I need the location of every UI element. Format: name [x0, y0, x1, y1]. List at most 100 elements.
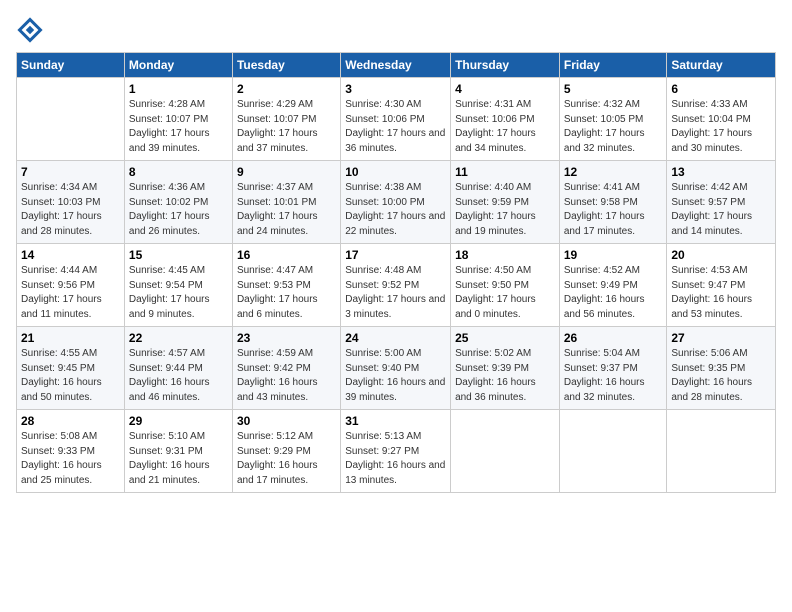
calendar-cell	[17, 78, 125, 161]
day-info: Sunrise: 4:28 AM Sunset: 10:07 PM Daylig…	[129, 98, 228, 156]
day-info: Sunrise: 4:44 AM Sunset: 9:56 PM Dayligh…	[21, 264, 120, 322]
day-number: 28	[21, 414, 120, 428]
day-info: Sunrise: 5:02 AM Sunset: 9:39 PM Dayligh…	[455, 347, 555, 405]
day-info: Sunrise: 4:53 AM Sunset: 9:47 PM Dayligh…	[671, 264, 771, 322]
column-header-thursday: Thursday	[451, 53, 560, 78]
day-info: Sunrise: 4:34 AM Sunset: 10:03 PM Daylig…	[21, 181, 120, 239]
day-info: Sunrise: 5:06 AM Sunset: 9:35 PM Dayligh…	[671, 347, 771, 405]
day-number: 14	[21, 248, 120, 262]
day-number: 3	[345, 82, 446, 96]
day-info: Sunrise: 4:55 AM Sunset: 9:45 PM Dayligh…	[21, 347, 120, 405]
day-number: 8	[129, 165, 228, 179]
day-number: 24	[345, 331, 446, 345]
day-number: 21	[21, 331, 120, 345]
column-header-monday: Monday	[124, 53, 232, 78]
page-header	[16, 16, 776, 44]
day-info: Sunrise: 4:41 AM Sunset: 9:58 PM Dayligh…	[564, 181, 663, 239]
day-number: 16	[237, 248, 336, 262]
column-header-wednesday: Wednesday	[341, 53, 451, 78]
calendar-week-row: 1 Sunrise: 4:28 AM Sunset: 10:07 PM Dayli…	[17, 78, 776, 161]
calendar-cell	[667, 410, 776, 493]
calendar-cell: 18Sunrise: 4:50 AM Sunset: 9:50 PM Dayli…	[451, 244, 560, 327]
calendar-table: SundayMondayTuesdayWednesdayThursdayFrid…	[16, 52, 776, 493]
column-header-tuesday: Tuesday	[232, 53, 340, 78]
day-number: 1	[129, 82, 228, 96]
day-info: Sunrise: 4:47 AM Sunset: 9:53 PM Dayligh…	[237, 264, 336, 322]
calendar-cell: 6Sunrise: 4:33 AM Sunset: 10:04 PM Dayli…	[667, 78, 776, 161]
day-info: Sunrise: 4:48 AM Sunset: 9:52 PM Dayligh…	[345, 264, 446, 322]
calendar-cell: 12 Sunrise: 4:41 AM Sunset: 9:58 PM Dayli…	[559, 161, 667, 244]
day-info: Sunrise: 4:45 AM Sunset: 9:54 PM Dayligh…	[129, 264, 228, 322]
day-info: Sunrise: 4:31 AM Sunset: 10:06 PM Daylig…	[455, 98, 555, 156]
day-info: Sunrise: 5:00 AM Sunset: 9:40 PM Dayligh…	[345, 347, 446, 405]
day-number: 4	[455, 82, 555, 96]
day-number: 9	[237, 165, 336, 179]
calendar-cell: 17 Sunrise: 4:48 AM Sunset: 9:52 PM Dayli…	[341, 244, 451, 327]
day-info: Sunrise: 4:36 AM Sunset: 10:02 PM Daylig…	[129, 181, 228, 239]
column-header-saturday: Saturday	[667, 53, 776, 78]
calendar-cell: 25 Sunrise: 5:02 AM Sunset: 9:39 PM Dayli…	[451, 327, 560, 410]
day-number: 5	[564, 82, 663, 96]
day-number: 13	[671, 165, 771, 179]
day-info: Sunrise: 4:59 AM Sunset: 9:42 PM Dayligh…	[237, 347, 336, 405]
calendar-cell: 15 Sunrise: 4:45 AM Sunset: 9:54 PM Dayli…	[124, 244, 232, 327]
calendar-week-row: 14 Sunrise: 4:44 AM Sunset: 9:56 PM Dayli…	[17, 244, 776, 327]
calendar-cell: 8 Sunrise: 4:36 AM Sunset: 10:02 PM Dayli…	[124, 161, 232, 244]
day-number: 27	[671, 331, 771, 345]
calendar-cell: 26 Sunrise: 5:04 AM Sunset: 9:37 PM Dayli…	[559, 327, 667, 410]
day-info: Sunrise: 5:04 AM Sunset: 9:37 PM Dayligh…	[564, 347, 663, 405]
day-info: Sunrise: 4:37 AM Sunset: 10:01 PM Daylig…	[237, 181, 336, 239]
calendar-cell: 28 Sunrise: 5:08 AM Sunset: 9:33 PM Dayli…	[17, 410, 125, 493]
day-info: Sunrise: 4:40 AM Sunset: 9:59 PM Dayligh…	[455, 181, 555, 239]
day-info: Sunrise: 4:29 AM Sunset: 10:07 PM Daylig…	[237, 98, 336, 156]
calendar-cell: 3Sunrise: 4:30 AM Sunset: 10:06 PM Dayli…	[341, 78, 451, 161]
calendar-cell: 13 Sunrise: 4:42 AM Sunset: 9:57 PM Dayli…	[667, 161, 776, 244]
day-info: Sunrise: 4:32 AM Sunset: 10:05 PM Daylig…	[564, 98, 663, 156]
day-info: Sunrise: 4:52 AM Sunset: 9:49 PM Dayligh…	[564, 264, 663, 322]
column-header-friday: Friday	[559, 53, 667, 78]
calendar-cell: 19 Sunrise: 4:52 AM Sunset: 9:49 PM Dayli…	[559, 244, 667, 327]
day-number: 22	[129, 331, 228, 345]
calendar-cell: 16 Sunrise: 4:47 AM Sunset: 9:53 PM Dayli…	[232, 244, 340, 327]
calendar-cell: 4 Sunrise: 4:31 AM Sunset: 10:06 PM Dayli…	[451, 78, 560, 161]
day-info: Sunrise: 5:08 AM Sunset: 9:33 PM Dayligh…	[21, 430, 120, 488]
calendar-cell: 20 Sunrise: 4:53 AM Sunset: 9:47 PM Dayli…	[667, 244, 776, 327]
day-info: Sunrise: 5:13 AM Sunset: 9:27 PM Dayligh…	[345, 430, 446, 488]
calendar-cell: 5 Sunrise: 4:32 AM Sunset: 10:05 PM Dayli…	[559, 78, 667, 161]
logo	[16, 16, 48, 44]
day-info: Sunrise: 4:42 AM Sunset: 9:57 PM Dayligh…	[671, 181, 771, 239]
calendar-cell: 31 Sunrise: 5:13 AM Sunset: 9:27 PM Dayli…	[341, 410, 451, 493]
day-info: Sunrise: 5:10 AM Sunset: 9:31 PM Dayligh…	[129, 430, 228, 488]
calendar-week-row: 28 Sunrise: 5:08 AM Sunset: 9:33 PM Dayli…	[17, 410, 776, 493]
calendar-week-row: 7Sunrise: 4:34 AM Sunset: 10:03 PM Dayli…	[17, 161, 776, 244]
day-number: 19	[564, 248, 663, 262]
day-number: 11	[455, 165, 555, 179]
calendar-cell: 10Sunrise: 4:38 AM Sunset: 10:00 PM Dayl…	[341, 161, 451, 244]
day-number: 2	[237, 82, 336, 96]
day-number: 12	[564, 165, 663, 179]
day-number: 15	[129, 248, 228, 262]
calendar-cell: 24 Sunrise: 5:00 AM Sunset: 9:40 PM Dayli…	[341, 327, 451, 410]
day-number: 20	[671, 248, 771, 262]
day-number: 17	[345, 248, 446, 262]
day-number: 23	[237, 331, 336, 345]
calendar-week-row: 21 Sunrise: 4:55 AM Sunset: 9:45 PM Dayli…	[17, 327, 776, 410]
day-number: 30	[237, 414, 336, 428]
calendar-cell: 11 Sunrise: 4:40 AM Sunset: 9:59 PM Dayli…	[451, 161, 560, 244]
day-number: 10	[345, 165, 446, 179]
day-number: 25	[455, 331, 555, 345]
calendar-cell: 23 Sunrise: 4:59 AM Sunset: 9:42 PM Dayli…	[232, 327, 340, 410]
calendar-cell: 22Sunrise: 4:57 AM Sunset: 9:44 PM Dayli…	[124, 327, 232, 410]
day-number: 31	[345, 414, 446, 428]
day-number: 29	[129, 414, 228, 428]
day-number: 26	[564, 331, 663, 345]
day-info: Sunrise: 4:50 AM Sunset: 9:50 PM Dayligh…	[455, 264, 555, 322]
calendar-cell: 1 Sunrise: 4:28 AM Sunset: 10:07 PM Dayli…	[124, 78, 232, 161]
calendar-cell: 9 Sunrise: 4:37 AM Sunset: 10:01 PM Dayli…	[232, 161, 340, 244]
calendar-cell: 30Sunrise: 5:12 AM Sunset: 9:29 PM Dayli…	[232, 410, 340, 493]
calendar-header-row: SundayMondayTuesdayWednesdayThursdayFrid…	[17, 53, 776, 78]
calendar-cell: 2 Sunrise: 4:29 AM Sunset: 10:07 PM Dayli…	[232, 78, 340, 161]
calendar-cell: 7Sunrise: 4:34 AM Sunset: 10:03 PM Dayli…	[17, 161, 125, 244]
calendar-cell	[451, 410, 560, 493]
calendar-cell: 27 Sunrise: 5:06 AM Sunset: 9:35 PM Dayli…	[667, 327, 776, 410]
